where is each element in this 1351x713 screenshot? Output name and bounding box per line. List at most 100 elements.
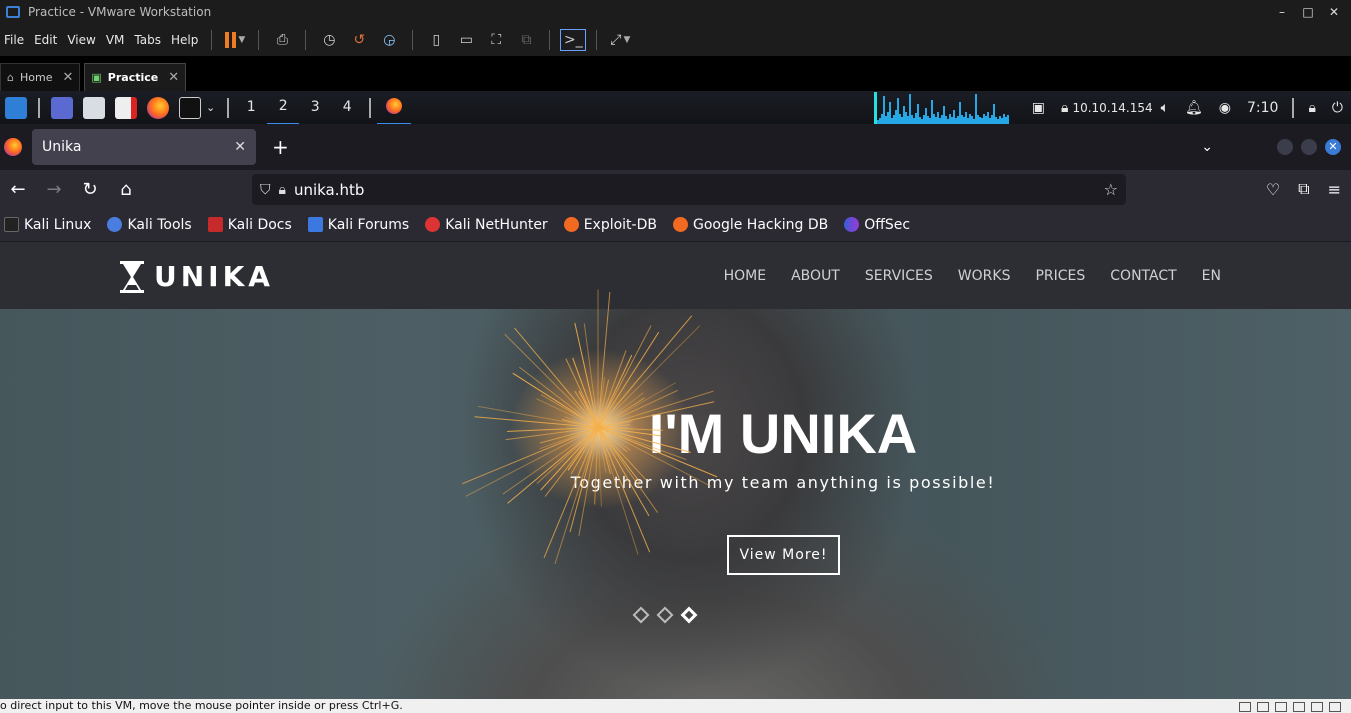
revert-snapshot-icon[interactable]: ↺: [346, 29, 372, 51]
full-screen-icon[interactable]: ⛶: [483, 29, 509, 51]
snapshot-manager-icon[interactable]: ◶: [376, 29, 402, 51]
close-icon[interactable]: ✕: [62, 70, 73, 85]
text-editor-icon[interactable]: [115, 96, 137, 119]
send-ctrl-alt-del-button[interactable]: ⎙: [269, 29, 295, 51]
maximize-button[interactable]: [1301, 139, 1317, 155]
sound-card-icon[interactable]: [1311, 702, 1323, 712]
slider-dot[interactable]: [632, 606, 650, 624]
bookmark-google-hacking-db[interactable]: Google Hacking DB: [669, 217, 828, 233]
bookmark-kali-linux[interactable]: Kali Linux: [0, 217, 91, 233]
site-nav-services[interactable]: SERVICES: [865, 268, 933, 284]
volume-icon[interactable]: 🔈︎: [1161, 100, 1169, 116]
menu-edit[interactable]: Edit: [29, 33, 62, 47]
site-nav-prices[interactable]: PRICES: [1035, 268, 1085, 284]
vmware-title-bar: Practice - VMware Workstation – □ ✕: [0, 0, 1351, 24]
bookmark-kali-tools[interactable]: Kali Tools: [103, 217, 192, 233]
power-manager-icon[interactable]: ◉: [1219, 100, 1231, 116]
site-nav-language[interactable]: EN: [1202, 268, 1221, 284]
menu-vm[interactable]: VM: [101, 33, 130, 47]
minimize-button[interactable]: [1277, 139, 1293, 155]
site-nav-about[interactable]: ABOUT: [791, 268, 840, 284]
view-more-button[interactable]: View More!: [727, 535, 840, 575]
display-icon[interactable]: [1329, 702, 1341, 712]
vmware-app-icon: [6, 6, 20, 18]
tab-home[interactable]: ⌂ Home ✕: [0, 63, 81, 91]
close-icon[interactable]: ✕: [1325, 139, 1341, 155]
bookmark-kali-nethunter[interactable]: Kali NetHunter: [421, 217, 548, 233]
workspace-3[interactable]: 3: [299, 91, 331, 124]
site-logo[interactable]: UNIKA: [120, 260, 274, 293]
bookmark-label: OffSec: [864, 216, 911, 233]
pause-vm-button[interactable]: ▼: [222, 29, 248, 51]
network-adapter-icon[interactable]: [1293, 702, 1305, 712]
menu-tabs[interactable]: Tabs: [129, 33, 166, 47]
bookmark-kali-docs[interactable]: Kali Docs: [204, 217, 292, 233]
back-icon[interactable]: ←: [0, 179, 36, 200]
cpu-graph-bar: [1006, 114, 1009, 124]
url-bar[interactable]: ⛉ 🔒︎ unika.htb ☆: [252, 174, 1126, 205]
maximize-button[interactable]: □: [1295, 0, 1321, 24]
lock-screen-icon[interactable]: 🔒︎: [1308, 100, 1315, 116]
hamburger-menu-icon[interactable]: ≡: [1328, 180, 1341, 199]
bookmark-label: Google Hacking DB: [692, 216, 829, 233]
forward-icon[interactable]: →: [36, 179, 72, 200]
thumbnail-view-icon[interactable]: ▭: [453, 29, 479, 51]
console-view-icon[interactable]: >_: [560, 29, 587, 51]
firefox-icon[interactable]: [147, 96, 169, 119]
hero-slider: I'M UNIKA Together with my team anything…: [0, 289, 1351, 699]
home-icon[interactable]: ⌂: [108, 179, 144, 200]
bookmark-label: Kali Forums: [327, 216, 410, 233]
site-nav-home[interactable]: HOME: [724, 268, 766, 284]
cd-drive-icon[interactable]: [1257, 702, 1269, 712]
slider-dot[interactable]: [656, 606, 674, 624]
menu-view[interactable]: View: [62, 33, 100, 47]
browser-tab-title: Unika: [42, 139, 82, 155]
workspace-1[interactable]: 1: [235, 91, 267, 124]
vmware-tab-strip: ⌂ Home ✕ ▣ Practice ✕: [0, 60, 1351, 91]
usb-icon[interactable]: [1275, 702, 1287, 712]
pocket-icon[interactable]: ♡: [1266, 180, 1280, 199]
terminal-icon[interactable]: [179, 96, 201, 119]
tab-practice[interactable]: ▣ Practice ✕: [84, 63, 187, 91]
hard-disk-icon[interactable]: [1239, 702, 1251, 712]
extensions-icon[interactable]: ⧉: [1298, 179, 1309, 199]
taskbar-firefox-window[interactable]: [377, 90, 412, 125]
reload-icon[interactable]: ↻: [72, 179, 108, 200]
close-icon[interactable]: ✕: [234, 139, 246, 155]
panel-separator: [38, 97, 40, 118]
shield-icon[interactable]: ⛉: [260, 182, 271, 198]
snapshot-icon[interactable]: ◷: [316, 29, 342, 51]
workspace-4[interactable]: 4: [331, 91, 363, 124]
desktop-icon[interactable]: [51, 96, 73, 119]
kali-docs-icon: [207, 217, 223, 232]
clock[interactable]: 7:10: [1247, 100, 1278, 116]
site-nav-works[interactable]: WORKS: [958, 268, 1011, 284]
stretch-guest-icon[interactable]: ⤢ ▼: [607, 29, 633, 51]
unity-icon[interactable]: ⧉: [513, 29, 539, 51]
browser-tab-unika[interactable]: Unika ✕: [32, 129, 256, 165]
bookmark-offsec[interactable]: OffSec: [840, 217, 910, 233]
library-view-icon[interactable]: ▯: [423, 29, 449, 51]
lock-icon[interactable]: 🔒︎: [279, 182, 286, 198]
logout-icon[interactable]: ⏻: [1332, 100, 1343, 116]
network-icon[interactable]: ▣: [1032, 100, 1045, 116]
bookmark-star-icon[interactable]: ☆: [1104, 180, 1118, 199]
close-window-button[interactable]: ✕: [1321, 0, 1347, 24]
list-all-tabs-icon[interactable]: ⌄: [1201, 139, 1213, 155]
menu-file[interactable]: File: [0, 33, 29, 47]
bookmark-kali-forums[interactable]: Kali Forums: [304, 217, 409, 233]
bookmarks-toolbar: Kali Linux Kali Tools Kali Docs Kali For…: [0, 208, 1351, 242]
notifications-icon[interactable]: 🔔︎: [1185, 100, 1203, 116]
kali-menu-icon[interactable]: [5, 96, 27, 119]
menu-help[interactable]: Help: [166, 33, 203, 47]
close-icon[interactable]: ✕: [168, 70, 179, 85]
minimize-button[interactable]: –: [1269, 0, 1295, 24]
chevron-down-icon[interactable]: ⌄: [206, 101, 215, 114]
new-tab-button[interactable]: +: [272, 135, 289, 159]
file-manager-icon[interactable]: [83, 96, 105, 119]
bookmark-exploit-db[interactable]: Exploit-DB: [560, 217, 657, 233]
url-text[interactable]: unika.htb: [294, 181, 364, 199]
workspace-2[interactable]: 2: [267, 90, 300, 125]
site-nav-contact[interactable]: CONTACT: [1110, 268, 1176, 284]
slider-dot[interactable]: [680, 606, 698, 624]
